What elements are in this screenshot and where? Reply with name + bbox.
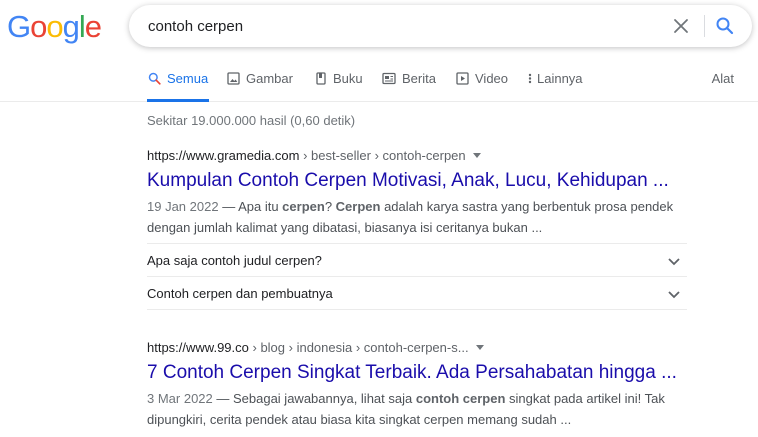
- result-cite[interactable]: https://www.gramedia.com › best-seller ›…: [147, 147, 687, 165]
- video-icon: [456, 72, 469, 85]
- tab-label: Semua: [167, 71, 209, 86]
- result-domain: https://www.gramedia.com: [147, 148, 300, 163]
- tab-label: Buku: [333, 71, 363, 86]
- related-question-text: Apa saja contoh judul cerpen?: [147, 253, 322, 268]
- image-icon: [227, 72, 240, 85]
- result-cite[interactable]: https://www.99.co › blog › indonesia › c…: [147, 339, 687, 357]
- snippet-text: ?: [324, 199, 336, 214]
- tab-buku[interactable]: Buku: [315, 71, 363, 102]
- result-stats: Sekitar 19.000.000 hasil (0,60 detik): [147, 113, 356, 128]
- caret-down-icon[interactable]: [475, 345, 484, 350]
- result-title-link[interactable]: Kumpulan Contoh Cerpen Motivasi, Anak, L…: [147, 169, 687, 193]
- tab-label: Lainnya: [537, 71, 583, 86]
- snippet-highlight: cerpen: [282, 199, 325, 214]
- tab-video[interactable]: Video: [456, 71, 508, 102]
- related-question[interactable]: Apa saja contoh judul cerpen?: [147, 243, 687, 276]
- result-snippet: 19 Jan 2022 — Apa itu cerpen? Cerpen ada…: [147, 196, 687, 238]
- chevron-down-icon: [668, 291, 680, 299]
- related-question[interactable]: Contoh cerpen dan pembuatnya: [147, 276, 687, 310]
- snippet-text: — Apa itu: [218, 199, 283, 214]
- google-logo[interactable]: Google: [7, 9, 102, 44]
- tab-gambar[interactable]: Gambar: [227, 71, 293, 102]
- logo-letter: o: [30, 9, 47, 44]
- tools-button[interactable]: Alat: [712, 71, 734, 86]
- tab-label: Gambar: [246, 71, 293, 86]
- tab-label: Berita: [402, 71, 436, 86]
- search-result: https://www.gramedia.com › best-seller ›…: [147, 147, 687, 238]
- tab-label: Video: [475, 71, 509, 86]
- logo-letter: e: [84, 9, 102, 44]
- logo-letter: g: [62, 9, 80, 44]
- search-icon: [716, 17, 734, 35]
- snippet-text: — Sebagai jawabannya, lihat saja: [212, 391, 416, 406]
- more-vert-icon: [528, 73, 532, 84]
- logo-letter: o: [46, 9, 63, 44]
- search-input[interactable]: [148, 16, 628, 36]
- news-icon: [382, 72, 396, 85]
- caret-down-icon[interactable]: [472, 153, 481, 158]
- book-icon: [316, 72, 326, 85]
- search-tabs: Semua Gambar Buku Berita Video Lainnya A…: [0, 62, 758, 102]
- related-question-text: Contoh cerpen dan pembuatnya: [147, 286, 333, 301]
- result-path: › blog › indonesia › contoh-cerpen-s...: [248, 340, 469, 355]
- chevron-down-icon: [668, 258, 680, 266]
- search-box: [129, 5, 752, 47]
- result-domain: https://www.99.co: [147, 340, 249, 355]
- snippet-highlight: Cerpen: [335, 199, 381, 214]
- result-date: 3 Mar 2022: [147, 391, 213, 406]
- result-snippet: 3 Mar 2022 — Sebagai jawabannya, lihat s…: [147, 388, 687, 430]
- search-icon: [148, 72, 161, 85]
- close-icon: [674, 19, 688, 33]
- logo-letter: G: [7, 9, 31, 44]
- snippet-highlight: contoh cerpen: [415, 391, 506, 406]
- search-button[interactable]: [715, 16, 735, 36]
- result-title-link[interactable]: 7 Contoh Cerpen Singkat Terbaik. Ada Per…: [147, 361, 687, 385]
- clear-search-button[interactable]: [672, 17, 690, 35]
- tab-berita[interactable]: Berita: [382, 71, 436, 102]
- search-divider: [704, 15, 705, 37]
- tab-lainnya[interactable]: Lainnya: [528, 71, 583, 102]
- result-path: › best-seller › contoh-cerpen: [299, 148, 466, 163]
- tab-semua[interactable]: Semua: [147, 71, 210, 102]
- result-date: 19 Jan 2022: [147, 199, 219, 214]
- search-result: https://www.99.co › blog › indonesia › c…: [147, 339, 687, 430]
